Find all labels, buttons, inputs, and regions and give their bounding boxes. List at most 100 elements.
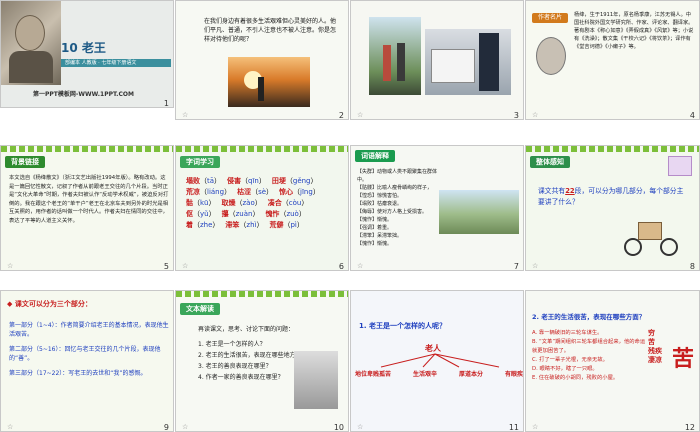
vocab-row: 荒凉（liáng） 枯涩（sè） 惊心（jīng） [186, 187, 344, 198]
hardship-item: E. 住在破破的小胡同，残败的小屋。 [532, 375, 619, 381]
hardship-item: C. 打了一辈子光棍，无亲无故。 [532, 357, 608, 363]
definition-item: 【强调】着重。 [357, 225, 393, 231]
vocab-word: 骷（kū） [186, 199, 216, 207]
mindmap-leaf: 厚道本分 [458, 371, 483, 378]
slide-thumbnail-7[interactable]: 词语解释 【失群】动物或人类不跟聚集在群体中。【骷髅】比喻人瘦骨嶙峋的样子， 【惶… [350, 145, 524, 271]
section-tag: 作者名片 [532, 13, 568, 23]
vocab-word: 枯涩（sè） [237, 188, 274, 196]
hardship-item: D. 眼睛不好，瞎了一只眼。 [532, 366, 598, 372]
slide-title: 10 老王 [61, 41, 106, 55]
hardship-item: B. “文革”期间组织三轮车都组合起来，他的命运就更加困苦了。 [532, 339, 646, 354]
slide-subtitle: 部编本 人教版 · 七年级下册语文 [65, 60, 137, 66]
question-text: 课文共有22段，可以分为哪几部分，每个部分主要讲了什么？ [538, 187, 684, 206]
part-item: 第一部分（1~4）：作者简要介绍老王的基本情况，表现他生活艰苦。 [9, 322, 169, 338]
question-item: 1. 老王是一个怎样的人？ [198, 341, 266, 348]
vocab-row: 塌败（tā） 侵害（qīn） 田埂（gěng） [186, 176, 344, 187]
decor-icon [668, 156, 692, 176]
slide-number: 2 [338, 111, 344, 120]
vocab-row: 着（zhe） 滞笨（zhì） 荒僻（pì） [186, 220, 344, 231]
parts-list: 第一部分（1~4）：作者简要介绍老王的基本情况，表现他生活艰苦。 第二部分（5~1… [9, 321, 169, 384]
vocab-word: 荒凉（liáng） [186, 188, 232, 196]
author-bio: 杨绛，生于1911年，原名杨季康，江苏无锡人。中国社科院外国文学研究所、作家、评… [574, 12, 694, 50]
keyword-column: 穷苦残疾 凄凉 [648, 329, 662, 364]
section-tag: 背景链接 [5, 156, 45, 168]
slide-number: 12 [684, 423, 695, 432]
mindmap-leaf: 有眼疾 [504, 371, 523, 378]
section-tag: 文本解读 [180, 303, 220, 315]
slide-number: 7 [513, 262, 519, 271]
definition-list: 【失群】动物或人类不跟聚集在群体中。【骷髅】比喻人瘦骨嶙峋的样子， 【惶恐】惊慌害… [357, 168, 439, 248]
hardship-list: A. 靠一辆破旧的三轮车谋生。 B. “文革”期间组织三轮车都组合起来，他的命运就… [532, 329, 650, 383]
question-heading: 2. 老王的生活很苦，表现在哪些方面？ [532, 313, 646, 321]
question-item: 4. 作者一家的善良表现在哪里？ [198, 374, 284, 381]
vocab-word: 着（zhe） [186, 221, 220, 229]
definition-item: 【惶恐】惊慌害怕。 [357, 193, 403, 199]
mindmap-leaves: 地位卑贱孤苦 生活艰辛 厚道本分 有眼疾 [355, 369, 523, 378]
slide-thumbnail-3[interactable]: ☆ 3 [350, 0, 524, 120]
slide-thumbnail-9[interactable]: ◆ 课文可以分为三个部分： 第一部分（1~4）：作者简要介绍老王的基本情况，表现… [0, 290, 174, 432]
slide-thumbnail-10[interactable]: 文本解读 再读课文，思考、讨论下面的问题： 1. 老王是一个怎样的人？ 2. 老王… [175, 290, 349, 432]
slide-number: 9 [163, 423, 169, 432]
slide-number: 5 [163, 262, 169, 271]
vocab-word: 凑合（còu） [267, 199, 309, 207]
part-item: 第二部分（5~16）：回忆与老王交往的几个片段，表现他的“善”。 [9, 346, 161, 362]
slide-thumbnail-8[interactable]: 整体感知 课文共有22段，可以分为哪几部分，每个部分主要讲了什么？ ☆ 8 [525, 145, 700, 271]
definition-item: 【愧怍】惭愧。 [357, 217, 393, 223]
section-tag: 整体感知 [530, 156, 570, 168]
slide-thumbnail-11[interactable]: 1. 老王是一个怎样的人呢？ 老人 地位卑贱孤苦 生活艰辛 厚道本分 有眼疾 ☆… [350, 290, 524, 432]
definition-item: 【失群】动物或人类不跟聚集在群体中。 [357, 169, 438, 183]
vocab-row: 伛（yǔ） 攥（zuàn） 愧怍（zuò） [186, 209, 344, 220]
vocab-word: 田埂（gěng） [271, 177, 318, 185]
vocab-word: 伛（yǔ） [186, 210, 216, 218]
section-tag: 词语解释 [355, 150, 395, 162]
vocab-word: 攥（zuàn） [221, 210, 260, 218]
slide-thumbnail-1[interactable]: 10 老王 部编本 人教版 · 七年级下册语文 第一PPT模板网-WWW.1PP… [0, 0, 174, 108]
vocab-word: 惊心（jīng） [279, 188, 320, 196]
vocab-word: 侵害（qīn） [227, 177, 266, 185]
intro-text: 在我们身边有着很多生活艰难但心灵美好的人。他们平凡、普通，不引人注意也不被人注意… [204, 18, 337, 43]
slide-thumbnail-4[interactable]: 作者名片 杨绛，生于1911年，原名杨季康，江苏无锡人。中国社科院外国文学研究所… [525, 0, 700, 120]
vocab-word: 取燥（zào） [221, 199, 262, 207]
mindmap-lines [380, 353, 500, 368]
people-photo [369, 17, 421, 95]
question-list: 1. 老王是一个怎样的人？ 2. 老王的生活很苦，表现在哪些地方？ 3. 老王的善良… [198, 339, 308, 383]
background-text: 本文选自《杨绛散文》（浙江文艺出版社1994年版）。略有改动。这是一篇回忆性散文… [9, 175, 169, 224]
village-photo [439, 190, 519, 234]
definition-item: 【骷髅】比喻人瘦骨嶙峋的样子， [357, 185, 433, 191]
section-heading: ◆ 课文可以分为三个部分： [7, 300, 92, 308]
slide-thumbnail-12[interactable]: 2. 老王的生活很苦，表现在哪些方面？ A. 靠一辆破旧的三轮车谋生。 B. “文… [525, 290, 700, 432]
definition-item: 【滞笨】呆滞笨拙。 [357, 233, 403, 239]
slide-number: 4 [689, 111, 695, 120]
police-photo [425, 29, 511, 95]
section-tag: 字词学习 [180, 156, 220, 168]
mindmap-leaf: 地位卑贱孤苦 [355, 371, 392, 378]
slide-thumbnail-6[interactable]: 字词学习 塌败（tā） 侵害（qīn） 田埂（gěng） 荒凉（liáng） 枯涩（sè… [175, 145, 349, 271]
part-item: 第三部分（17~22）：写老王的去世和“我”的感慨。 [9, 370, 147, 377]
definition-item: 【愧怍】惭愧。 [357, 241, 393, 247]
author-portrait [536, 37, 566, 75]
slide-number: 3 [513, 111, 519, 120]
old-man-sketch [294, 351, 338, 409]
definition-item: 【侮辱】使对方人格上受损害。 [357, 209, 428, 215]
vocab-word: 塌败（tā） [186, 177, 222, 185]
vocabulary-table: 塌败（tā） 侵害（qīn） 田埂（gěng） 荒凉（liáng） 枯涩（sè） 惊心（j… [186, 176, 344, 231]
hardship-item: A. 靠一辆破旧的三轮车谋生。 [532, 330, 603, 336]
tricycle-illustration [622, 216, 682, 260]
slide-number: 6 [338, 262, 344, 271]
mindmap-leaf: 生活艰辛 [412, 371, 437, 378]
footer-text: 第一PPT模板网-WWW.1PPT.COM [33, 91, 134, 98]
slide-thumbnail-5[interactable]: 背景链接 本文选自《杨绛散文》（浙江文艺出版社1994年版）。略有改动。这是一篇… [0, 145, 174, 271]
vocab-word: 荒僻（pì） [269, 221, 304, 229]
slide-number: 11 [508, 423, 519, 432]
vocab-row: 骷（kū） 取燥（zào） 凑合（còu） [186, 198, 344, 209]
summary-character: 苦 [672, 347, 695, 372]
old-man-portrait [1, 1, 61, 85]
slide-thumbnail-2[interactable]: 在我们身边有着很多生活艰难但心灵美好的人。他们平凡、普通，不引人注意也不被人注意… [175, 0, 349, 120]
street-photo [228, 57, 310, 107]
definition-item: 【塌败】枯瘪衰退。 [357, 201, 403, 207]
question-item: 3. 老王的善良表现在哪里？ [198, 363, 272, 370]
slide-number: 10 [333, 423, 344, 432]
slide-grid: 10 老王 部编本 人教版 · 七年级下册语文 第一PPT模板网-WWW.1PP… [0, 0, 700, 432]
vocab-word: 愧怍（zuò） [265, 210, 306, 218]
slide-number: 1 [163, 99, 169, 108]
